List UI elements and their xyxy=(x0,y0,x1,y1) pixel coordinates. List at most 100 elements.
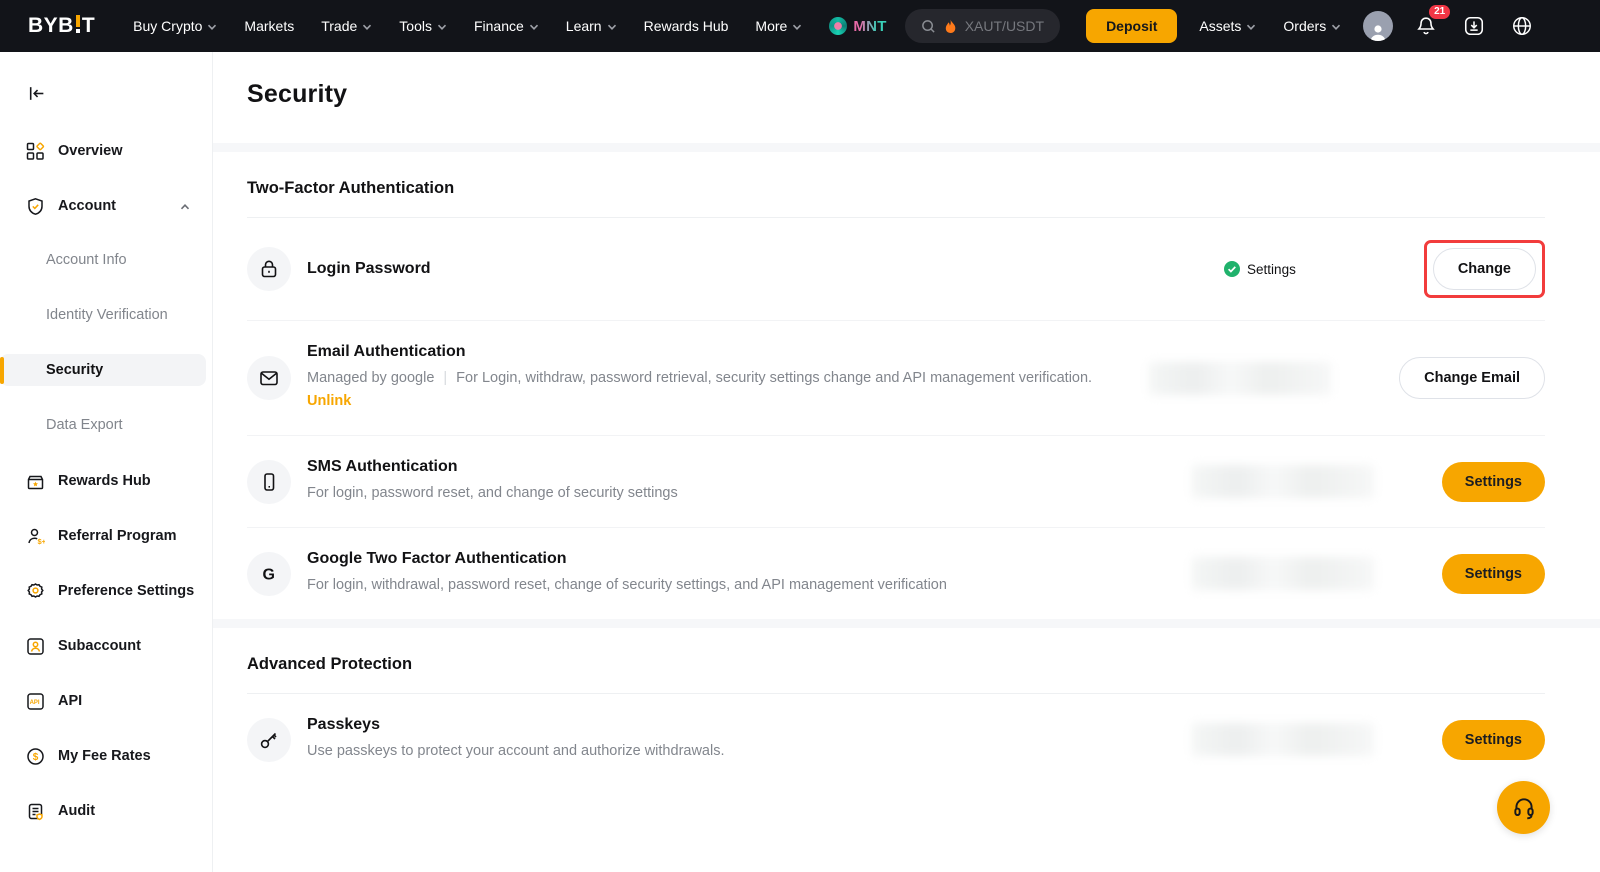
logo-text: BYB xyxy=(28,14,74,38)
sidebar-item-label: Identity Verification xyxy=(46,307,168,323)
row-sms-authentication: SMS Authentication For login, password r… xyxy=(247,435,1545,527)
preference-settings-icon xyxy=(26,582,45,601)
masked-phone-value xyxy=(1192,465,1374,498)
nav-label: Orders xyxy=(1283,18,1326,34)
advanced-protection-section: Advanced Protection Passkeys Use passkey… xyxy=(213,628,1600,785)
sidebar-item-preference-settings[interactable]: Preference Settings xyxy=(0,574,212,608)
search-icon xyxy=(921,19,936,34)
search-input[interactable]: XAUT/USDT xyxy=(905,9,1060,43)
audit-icon xyxy=(26,802,45,821)
sidebar-item-security[interactable]: Security xyxy=(0,354,206,386)
row-title: Passkeys xyxy=(307,716,725,734)
sms-settings-button[interactable]: Settings xyxy=(1442,462,1545,502)
svg-text:$: $ xyxy=(33,752,39,763)
chevron-up-icon xyxy=(180,202,190,212)
nav-tools[interactable]: Tools xyxy=(399,18,447,34)
sidebar-item-identity-verification[interactable]: Identity Verification xyxy=(0,299,212,331)
nav-assets[interactable]: Assets xyxy=(1199,18,1256,34)
sidebar-item-referral-program[interactable]: $+ Referral Program xyxy=(0,519,212,553)
status-label: Settings xyxy=(1247,262,1296,277)
sidebar-item-label: Data Export xyxy=(46,417,123,433)
headset-icon xyxy=(1511,795,1537,821)
nav-label: Finance xyxy=(474,18,524,34)
sidebar-item-rewards-hub[interactable]: Rewards Hub xyxy=(0,464,212,498)
nav-finance[interactable]: Finance xyxy=(474,18,539,34)
nav-learn[interactable]: Learn xyxy=(566,18,617,34)
search-value: XAUT/USDT xyxy=(965,18,1044,34)
nav-label: Markets xyxy=(244,18,294,34)
notifications-button[interactable]: 21 xyxy=(1411,11,1441,41)
check-circle-icon xyxy=(1224,261,1240,277)
sidebar-item-account-info[interactable]: Account Info xyxy=(0,244,212,276)
account-avatar[interactable] xyxy=(1363,11,1393,41)
section-separator xyxy=(213,619,1600,628)
nav-trade[interactable]: Trade xyxy=(321,18,372,34)
sidebar-item-api[interactable]: API API xyxy=(0,684,212,718)
nav-label: Buy Crypto xyxy=(133,18,202,34)
masked-2fa-value xyxy=(1192,557,1374,590)
mnt-token[interactable]: MNT xyxy=(829,17,886,35)
customer-support-button[interactable] xyxy=(1497,781,1550,834)
annotation-highlight: Change xyxy=(1424,240,1545,298)
two-factor-section: Two-Factor Authentication Login Password… xyxy=(213,152,1600,619)
avatar xyxy=(1363,11,1393,41)
icon-circle: G xyxy=(247,552,291,596)
change-email-button[interactable]: Change Email xyxy=(1399,357,1545,399)
svg-text:G: G xyxy=(263,566,275,583)
sidebar-item-label: API xyxy=(58,693,82,709)
google-authenticator-icon: G xyxy=(258,563,280,585)
sidebar-item-label: Subaccount xyxy=(58,638,141,654)
nav-more[interactable]: More xyxy=(755,18,802,34)
sidebar-item-label: Overview xyxy=(58,143,123,159)
main-content: Security Two-Factor Authentication Login… xyxy=(213,52,1600,785)
nav-label: Assets xyxy=(1199,18,1241,34)
chevron-down-icon xyxy=(207,22,217,32)
description-text: For Login, withdraw, password retrieval,… xyxy=(456,370,1092,386)
fee-rates-icon: $ xyxy=(26,747,45,766)
svg-text:API: API xyxy=(30,700,40,706)
collapse-sidebar-button[interactable] xyxy=(0,84,212,134)
sidebar-item-overview[interactable]: Overview xyxy=(0,134,212,168)
status-badge: Settings xyxy=(1224,261,1296,277)
download-app-button[interactable] xyxy=(1459,11,1489,41)
nav-label: More xyxy=(755,18,787,34)
logo-i-mark xyxy=(76,15,80,33)
flame-icon xyxy=(944,19,957,34)
nav-rewards-hub[interactable]: Rewards Hub xyxy=(644,18,729,34)
sidebar-item-label: Referral Program xyxy=(58,528,176,544)
sidebar-item-data-export[interactable]: Data Export xyxy=(0,409,212,441)
icon-circle xyxy=(247,718,291,762)
mnt-token-label: MNT xyxy=(853,18,886,35)
top-navigation: BYB T Buy Crypto Markets Trade Tools Fin… xyxy=(0,0,1600,52)
nav-markets[interactable]: Markets xyxy=(244,18,294,34)
language-button[interactable] xyxy=(1507,11,1537,41)
page-title: Security xyxy=(247,80,1545,109)
managed-by-text: Managed by google xyxy=(307,370,434,386)
sidebar-item-subaccount[interactable]: Subaccount xyxy=(0,629,212,663)
logo-text: T xyxy=(82,14,95,38)
sidebar-item-my-fee-rates[interactable]: $ My Fee Rates xyxy=(0,739,212,773)
deposit-button[interactable]: Deposit xyxy=(1086,9,1177,43)
sidebar-item-label: My Fee Rates xyxy=(58,748,151,764)
google-2fa-settings-button[interactable]: Settings xyxy=(1442,554,1545,594)
sidebar-item-label: Security xyxy=(46,362,103,378)
nav-label: Learn xyxy=(566,18,602,34)
nav-orders[interactable]: Orders xyxy=(1283,18,1341,34)
sidebar-item-account[interactable]: Account xyxy=(0,189,212,223)
notification-badge: 21 xyxy=(1429,5,1450,19)
chevron-down-icon xyxy=(437,22,447,32)
row-google-authentication: G Google Two Factor Authentication For l… xyxy=(247,527,1545,619)
text-separator: | xyxy=(443,370,447,386)
referral-program-icon: $+ xyxy=(26,527,45,546)
row-login-password: Login Password Settings Change xyxy=(247,218,1545,320)
unlink-link[interactable]: Unlink xyxy=(307,393,351,409)
icon-circle xyxy=(247,247,291,291)
passkeys-settings-button[interactable]: Settings xyxy=(1442,720,1545,760)
sidebar: Overview Account Account Info Identity V… xyxy=(0,52,213,872)
change-password-button[interactable]: Change xyxy=(1433,248,1536,290)
sidebar-item-label: Audit xyxy=(58,803,95,819)
sidebar-item-audit[interactable]: Audit xyxy=(0,794,212,828)
bybit-logo[interactable]: BYB T xyxy=(28,14,95,38)
subaccount-icon xyxy=(26,637,45,656)
nav-buy-crypto[interactable]: Buy Crypto xyxy=(133,18,217,34)
